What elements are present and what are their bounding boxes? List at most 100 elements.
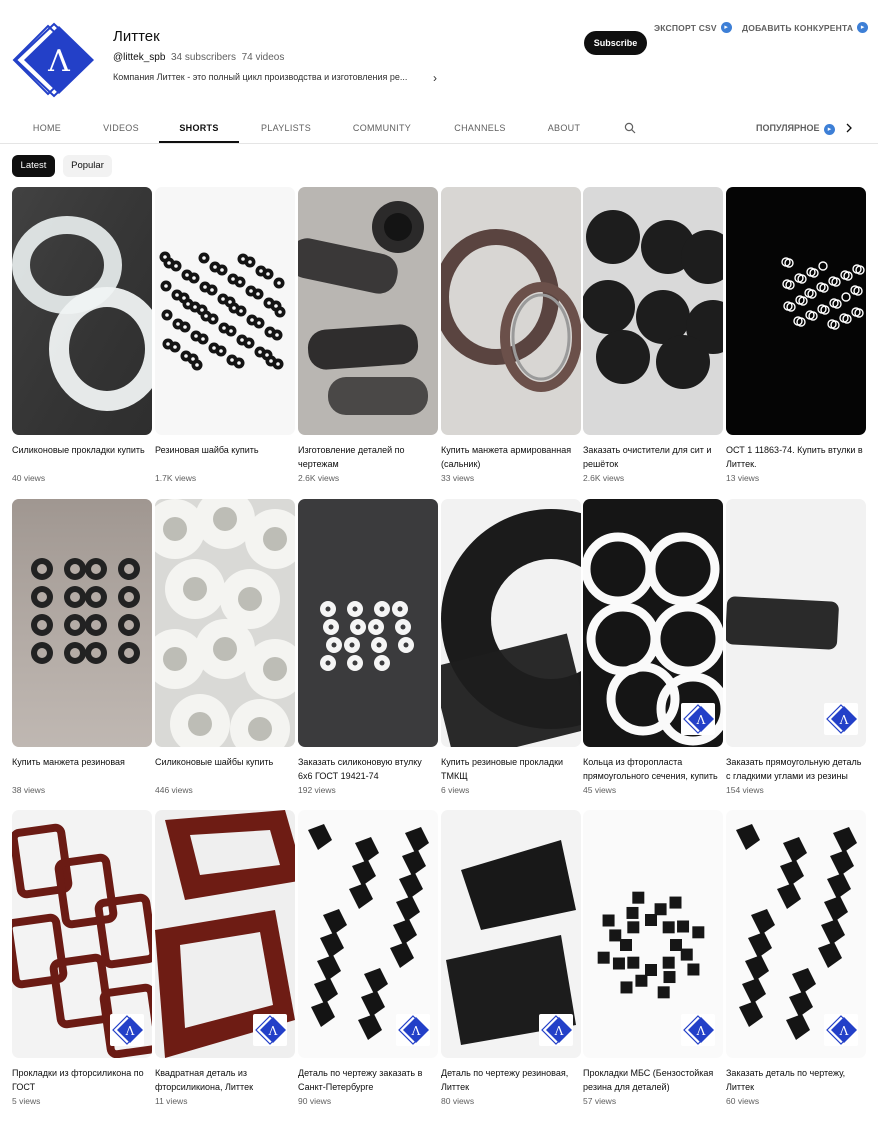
short-title[interactable]: Заказать силиконовую втулку 6х6 ГОСТ 194… [298, 756, 438, 783]
littek-logo-icon: Λ [539, 1014, 573, 1046]
black-rubber-washers-image [155, 187, 295, 435]
short-card[interactable]: Изготовление деталей по чертежам 2.6K vie… [298, 187, 438, 483]
short-card[interactable]: Купить манжета резиновая 38 views [12, 499, 152, 795]
littek-logo-icon: Λ [110, 1014, 144, 1046]
svg-text:Λ: Λ [554, 1024, 564, 1038]
channel-avatar[interactable]: Λ [12, 20, 96, 100]
short-title[interactable]: Изготовление деталей по чертежам [298, 444, 438, 471]
short-title[interactable]: Деталь по чертежу резиновая, Литтек [441, 1067, 581, 1094]
export-csv-button[interactable]: ЭКСПОРТ CSV ▸ [654, 22, 732, 33]
short-title[interactable]: Силиконовые шайбы купить [155, 756, 295, 783]
littek-logo-icon: Λ [253, 1014, 287, 1046]
short-title[interactable]: Кольца из фторопласта прямоугольного сеч… [583, 756, 723, 783]
tab-about[interactable]: ABOUT [540, 114, 588, 143]
short-thumbnail[interactable] [441, 499, 581, 747]
short-title[interactable]: Силиконовые прокладки купить [12, 444, 152, 471]
short-title[interactable]: Резиновая шайба купить [155, 444, 295, 471]
short-card[interactable]: Λ Заказать деталь по чертежу, Литтек 60 v… [726, 810, 866, 1106]
short-thumbnail[interactable] [726, 187, 866, 435]
short-title[interactable]: Прокладки МБС (Бензостойкая резина для д… [583, 1067, 723, 1094]
short-title[interactable]: Прокладки из фторсиликона по ГОСТ [12, 1067, 152, 1094]
short-card[interactable]: Резиновая шайба купить 1.7K views [155, 187, 295, 483]
short-title[interactable]: ОСТ 1 11863-74. Купить втулки в Литтек. [726, 444, 866, 471]
short-title[interactable]: Заказать деталь по чертежу, Литтек [726, 1067, 866, 1094]
short-views: 5 views [12, 1096, 41, 1106]
short-thumbnail[interactable] [155, 499, 295, 747]
short-card[interactable]: Λ Заказать прямоугольную деталь с гладки… [726, 499, 866, 795]
short-card[interactable]: Λ Кольца из фторопласта прямоугольного с… [583, 499, 723, 795]
short-card[interactable]: Заказать очистители для сит и решёток 2.6… [583, 187, 723, 483]
short-card[interactable]: ОСТ 1 11863-74. Купить втулки в Литтек. 1… [726, 187, 866, 483]
channel-meta: @littek_spb 34 subscribers 74 videos [113, 52, 284, 63]
short-title[interactable]: Купить манжета резиновая [12, 756, 152, 783]
short-card[interactable]: Силиконовые прокладки купить 40 views [12, 187, 152, 483]
short-thumbnail[interactable]: Λ [583, 810, 723, 1058]
tab-shorts[interactable]: SHORTS [159, 114, 239, 143]
add-competitor-label: ДОБАВИТЬ КОНКУРЕНТА [742, 22, 854, 33]
add-competitor-button[interactable]: ДОБАВИТЬ КОНКУРЕНТА ▸ [742, 22, 869, 33]
short-title[interactable]: Заказать прямоугольную деталь с гладкими… [726, 756, 866, 783]
subscribe-button[interactable]: Subscribe [584, 31, 647, 55]
sort-dropdown[interactable]: ПОПУЛЯРНОЕ ▸ [756, 114, 835, 143]
black-metal-tubes-image [298, 187, 438, 435]
short-thumbnail[interactable]: Λ [298, 810, 438, 1058]
short-thumbnail[interactable]: Λ [155, 810, 295, 1058]
tab-community[interactable]: COMMUNITY [346, 114, 418, 143]
tab-channels[interactable]: CHANNELS [447, 114, 513, 143]
svg-text:Λ: Λ [839, 1024, 849, 1038]
short-title[interactable]: Заказать очистители для сит и решёток [583, 444, 723, 471]
short-views: 13 views [726, 473, 760, 483]
short-thumbnail[interactable]: Λ [726, 810, 866, 1058]
short-views: 57 views [583, 1096, 617, 1106]
short-thumbnail[interactable] [298, 499, 438, 747]
short-card[interactable]: Λ Деталь по чертежу резиновая, Литтек 80 … [441, 810, 581, 1106]
white-small-rings-image [726, 187, 866, 435]
short-thumbnail[interactable] [155, 187, 295, 435]
short-thumbnail[interactable]: Λ [583, 499, 723, 747]
channel-description[interactable]: Компания Литтек - это полный цикл произв… [113, 72, 453, 82]
chevron-right-icon[interactable]: › [433, 71, 437, 85]
channel-name: Литтек [113, 28, 160, 45]
short-title[interactable]: Деталь по чертежу заказать в Санкт-Петер… [298, 1067, 438, 1094]
svg-text:Λ: Λ [47, 44, 70, 79]
littek-logo-icon: Λ [681, 703, 715, 735]
tab-playlists[interactable]: PLAYLISTS [254, 114, 318, 143]
search-icon[interactable] [624, 122, 636, 134]
subscriber-count: 34 subscribers [170, 52, 236, 63]
short-views: 38 views [12, 785, 46, 795]
short-card[interactable]: Λ Прокладки МБС (Бензостойкая резина для… [583, 810, 723, 1106]
short-card[interactable]: Λ Квадратная деталь из фторсиликиона, Ли… [155, 810, 295, 1106]
chip-popular[interactable]: Popular [63, 155, 112, 177]
short-views: 1.7K views [155, 473, 197, 483]
tab-videos[interactable]: VIDEOS [96, 114, 146, 143]
short-card[interactable]: Купить манжета армированная (сальник) 33 … [441, 187, 581, 483]
short-card[interactable]: Купить резиновые прокладки ТМКЩ 6 views [441, 499, 581, 795]
short-thumbnail[interactable] [12, 187, 152, 435]
tab-home[interactable]: HOME [22, 114, 72, 143]
short-views: 446 views [155, 785, 193, 795]
short-thumbnail[interactable] [441, 187, 581, 435]
short-title[interactable]: Купить манжета армированная (сальник) [441, 444, 581, 471]
black-rubber-balls-image [583, 187, 723, 435]
chevron-right-icon[interactable] [842, 121, 856, 135]
short-views: 60 views [726, 1096, 760, 1106]
short-thumbnail[interactable] [298, 187, 438, 435]
short-title[interactable]: Квадратная деталь из фторсиликиона, Литт… [155, 1067, 295, 1094]
short-thumbnail[interactable] [583, 187, 723, 435]
black-flange-gasket-image [441, 499, 581, 747]
short-thumbnail[interactable]: Λ [12, 810, 152, 1058]
short-views: 2.6K views [583, 473, 625, 483]
littek-logo-icon: Λ [396, 1014, 430, 1046]
channel-tabs: HOME VIDEOS SHORTS PLAYLISTS COMMUNITY C… [0, 114, 878, 144]
short-thumbnail[interactable]: Λ [726, 499, 866, 747]
svg-text:Λ: Λ [125, 1024, 135, 1038]
short-thumbnail[interactable] [12, 499, 152, 747]
short-card[interactable]: Λ Прокладки из фторсиликона по ГОСТ 5 vie… [12, 810, 152, 1106]
short-card[interactable]: Силиконовые шайбы купить 446 views [155, 499, 295, 795]
short-card[interactable]: Λ Деталь по чертежу заказать в Санкт-Пет… [298, 810, 438, 1106]
channel-handle: @littek_spb [113, 52, 166, 63]
chip-latest[interactable]: Latest [12, 155, 55, 177]
short-card[interactable]: Заказать силиконовую втулку 6х6 ГОСТ 194… [298, 499, 438, 795]
short-thumbnail[interactable]: Λ [441, 810, 581, 1058]
short-title[interactable]: Купить резиновые прокладки ТМКЩ [441, 756, 581, 783]
